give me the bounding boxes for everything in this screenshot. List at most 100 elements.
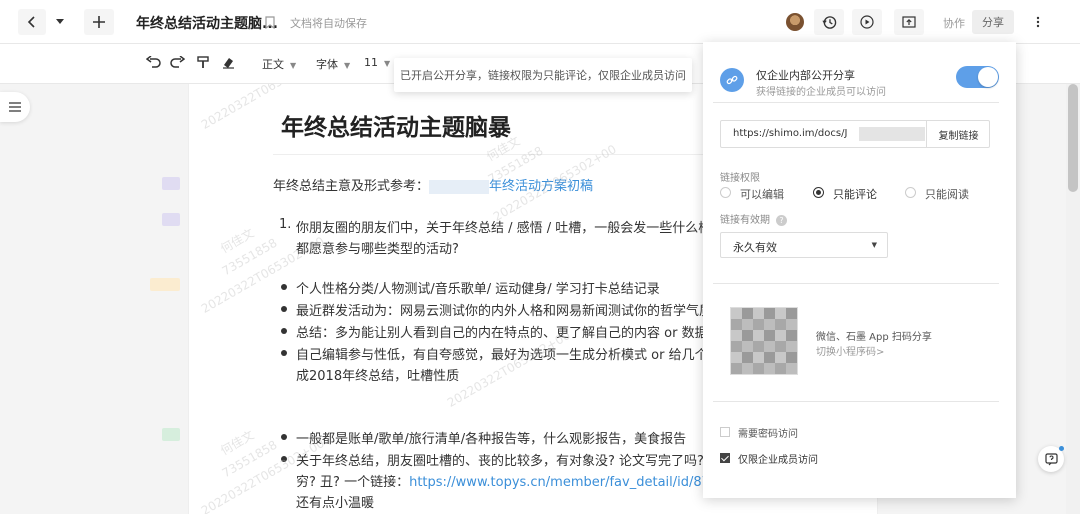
q1-line2: 都愿意参与哪些类型的活动? [296, 242, 459, 257]
collab-button[interactable]: 协作 [943, 15, 965, 31]
q1-number: 1. [279, 217, 292, 232]
avatar[interactable] [786, 13, 804, 31]
watermark: 何佳文 [218, 427, 257, 458]
list-item: 最近群发活动为：网易云测试你的内外人格和网易新闻测试你的哲学气质 [296, 304, 713, 319]
comment-avatar[interactable] [162, 428, 180, 441]
perm-option-edit[interactable]: 可以编辑 [740, 186, 784, 202]
comment-avatar[interactable] [162, 213, 180, 226]
new-doc-button[interactable] [84, 9, 114, 35]
perm-radio-comment[interactable] [813, 187, 824, 198]
comment-avatar[interactable] [162, 177, 180, 190]
bookmark-button[interactable] [262, 9, 278, 35]
paragraph-style-select[interactable]: 正文 ▼ [262, 56, 296, 72]
plus-icon [93, 16, 105, 28]
list-item-prefix: 穷? 丑? 一个链接： [296, 475, 410, 490]
chevron-left-icon [27, 16, 35, 28]
bullet-dot [281, 306, 287, 312]
public-share-subtitle: 获得链接的企业成员可以访问 [756, 87, 886, 98]
share-url-field[interactable]: https://shimo.im/docs/J 复制链接 [720, 120, 990, 148]
password-label[interactable]: 需要密码访问 [738, 425, 798, 440]
present-icon [902, 16, 916, 28]
clear-format-button[interactable] [222, 56, 235, 72]
top-bar: 年终总结活动主题脑... 文档将自动保存 协作 分享 [0, 0, 1080, 44]
chevron-down-icon: ▼ [871, 241, 877, 249]
help-button[interactable] [1038, 446, 1064, 472]
share-qr-code [730, 307, 798, 375]
scrollbar[interactable] [1066, 84, 1080, 514]
bullet-dot [281, 284, 287, 290]
copy-link-button[interactable]: 复制链接 [926, 121, 990, 147]
paragraph-style-label: 正文 [262, 58, 284, 71]
outline-menu-button[interactable] [0, 92, 30, 122]
share-panel: 仅企业内部公开分享 获得链接的企业成员可以访问 https://shimo.im… [703, 42, 1016, 498]
notification-dot [1059, 446, 1064, 451]
redacted-block [859, 127, 925, 141]
chevron-down-icon [56, 19, 64, 24]
expiry-label-text: 链接有效期 [720, 215, 770, 226]
qr-switch-link[interactable]: 切换小程序码> [816, 343, 884, 358]
more-icon [1036, 16, 1040, 28]
format-painter-icon [197, 56, 209, 68]
perm-radio-read[interactable] [905, 187, 916, 198]
divider [713, 283, 999, 284]
perm-radio-edit[interactable] [720, 187, 731, 198]
autosave-status: 文档将自动保存 [290, 17, 367, 30]
list-item: 个人性格分类/人物测试/音乐歌单/ 运动健身/ 学习打卡总结记录 [296, 282, 660, 297]
public-share-title: 仅企业内部公开分享 [756, 69, 855, 82]
password-checkbox[interactable] [720, 427, 730, 437]
list-item: 关于年终总结，朋友圈吐槽的、丧的比较多，有对象没? 论文写完了吗? 升 [296, 454, 722, 469]
back-button[interactable] [18, 9, 46, 35]
intro-prefix: 年终总结主意及形式参考： [273, 179, 430, 194]
redacted-block [429, 179, 490, 194]
play-icon [860, 15, 874, 29]
doc-title[interactable]: 年终总结活动主题脑... [136, 13, 278, 33]
bullet-dot [281, 350, 287, 356]
share-button[interactable]: 分享 [972, 10, 1014, 34]
help-icon[interactable]: ? [776, 214, 787, 226]
topys-link[interactable]: https://www.topys.cn/member/fav_detail/i… [409, 475, 731, 490]
undo-button[interactable] [145, 55, 161, 71]
chevron-down-icon: ▼ [344, 61, 351, 70]
watermark: 73551858 [219, 235, 280, 279]
expiry-label: 链接有效期? [720, 211, 787, 226]
undo-icon [145, 55, 161, 68]
help-icon [1044, 452, 1058, 465]
export-button[interactable] [894, 9, 924, 35]
bullet-dot [281, 456, 287, 462]
intro-paragraph: 年终总结主意及形式参考： 年终活动方案初稿 [273, 175, 593, 194]
divider [713, 401, 999, 402]
expiry-select[interactable]: 永久有效 ▼ [720, 232, 888, 258]
bullet-dot [281, 328, 287, 334]
list-item: 自己编辑参与性低，有自夸感觉，最好为选项一生成分析模式 or 给几个场景 [296, 348, 734, 363]
chevron-down-icon: ▼ [384, 59, 391, 68]
perm-option-read[interactable]: 只能阅读 [925, 186, 969, 202]
public-share-toggle[interactable] [956, 66, 999, 88]
watermark: 73551858 [219, 437, 280, 481]
comment-avatar[interactable] [150, 278, 180, 291]
divider [713, 102, 999, 103]
history-dropdown-button[interactable] [50, 9, 70, 35]
perm-option-comment[interactable]: 只能评论 [833, 186, 877, 202]
history-button[interactable] [814, 9, 844, 35]
enterprise-only-label[interactable]: 仅限企业成员访问 [738, 451, 818, 466]
font-family-select[interactable]: 字体 ▼ [316, 56, 350, 72]
scrollbar-thumb[interactable] [1068, 84, 1078, 192]
intro-link[interactable]: 年终活动方案初稿 [489, 179, 593, 194]
present-play-button[interactable] [852, 9, 882, 35]
watermark: 何佳文 [218, 225, 257, 256]
enterprise-only-checkbox[interactable] [720, 453, 730, 463]
redo-button[interactable] [170, 55, 186, 71]
chevron-down-icon: ▼ [290, 61, 297, 70]
list-item: 一般都是账单/歌单/旅行清单/各种报告等，什么观影报告，美食报告 [296, 432, 687, 447]
font-size-select[interactable]: 11 ▼ [364, 56, 390, 69]
more-button[interactable] [1028, 9, 1048, 35]
font-family-label: 字体 [316, 58, 338, 71]
doc-heading: 年终总结活动主题脑暴 [281, 115, 511, 141]
q1-line1: 你朋友圈的朋友们中，关于年终总结 / 感悟 / 吐槽，一般会发一些什么样的 [296, 221, 725, 236]
redo-icon [170, 55, 186, 68]
menu-icon [9, 102, 21, 112]
share-url-text: https://shimo.im/docs/J [733, 128, 848, 139]
list-item-cont: 成2018年终总结，吐槽性质 [296, 369, 460, 384]
format-painter-button[interactable] [197, 56, 209, 72]
bookmark-icon [265, 15, 275, 29]
